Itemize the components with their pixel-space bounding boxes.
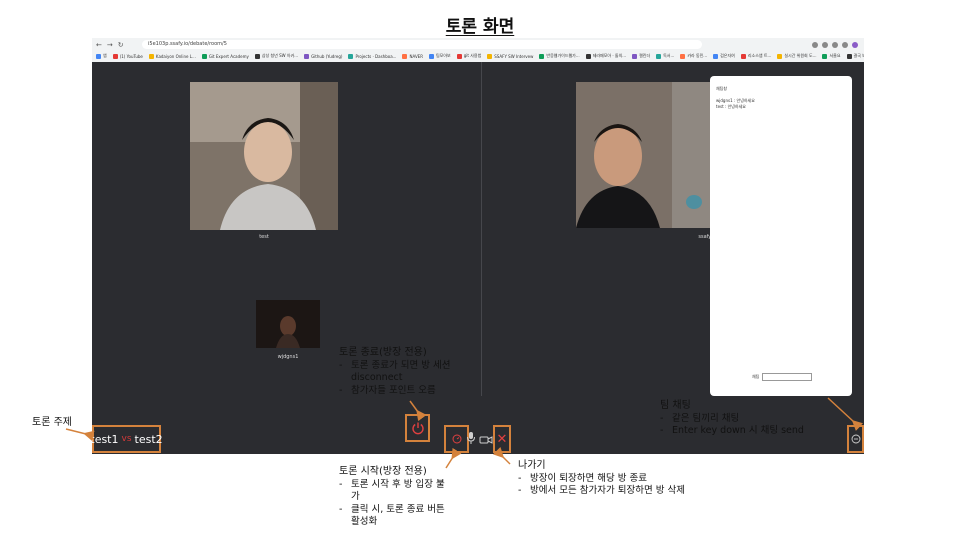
note-start-title: 토론 시작(방장 전용) [339, 466, 427, 477]
note-topic-title: 토론 주제 [32, 417, 72, 428]
note-chat-item: 같은 팀끼리 채팅 [660, 413, 835, 426]
note-end: 토론 종료(방장 전용) 토론 종료가 되면 방 세션 disconnect 참… [339, 347, 484, 397]
arrow-topic [65, 428, 95, 441]
note-start: 토론 시작(방장 전용) 토론 시작 후 방 입장 불가 클릭 시, 토론 종료… [339, 466, 451, 529]
note-chat-title: 팀 채팅 [660, 400, 691, 411]
arrow-exit [492, 446, 511, 465]
note-start-item: 토론 시작 후 방 입장 불가 [339, 479, 451, 504]
annotation-arrows [65, 397, 864, 469]
note-exit-title: 나가기 [518, 460, 546, 471]
note-end-item: 토론 종료가 되면 방 세션 disconnect [339, 360, 484, 385]
note-topic: 토론 주제 [32, 417, 72, 430]
note-chat-item: Enter key down 시 채팅 send [660, 425, 835, 438]
note-exit-item: 방에서 모든 참가자가 퇴장하면 방 삭제 [518, 485, 688, 498]
arrow-end [409, 400, 427, 422]
note-start-item: 클릭 시, 토론 종료 버튼 활성화 [339, 504, 451, 529]
note-exit-item: 방장이 퇴장하면 해당 방 종료 [518, 473, 688, 486]
note-exit: 나가기 방장이 퇴장하면 해당 방 종료 방에서 모든 참가자가 퇴장하면 방 … [518, 460, 688, 498]
note-chat: 팀 채팅 같은 팀끼리 채팅 Enter key down 시 채팅 send [660, 400, 835, 438]
note-end-item: 참가자들 포인트 오름 [339, 385, 484, 398]
note-end-title: 토론 종료(방장 전용) [339, 347, 427, 358]
